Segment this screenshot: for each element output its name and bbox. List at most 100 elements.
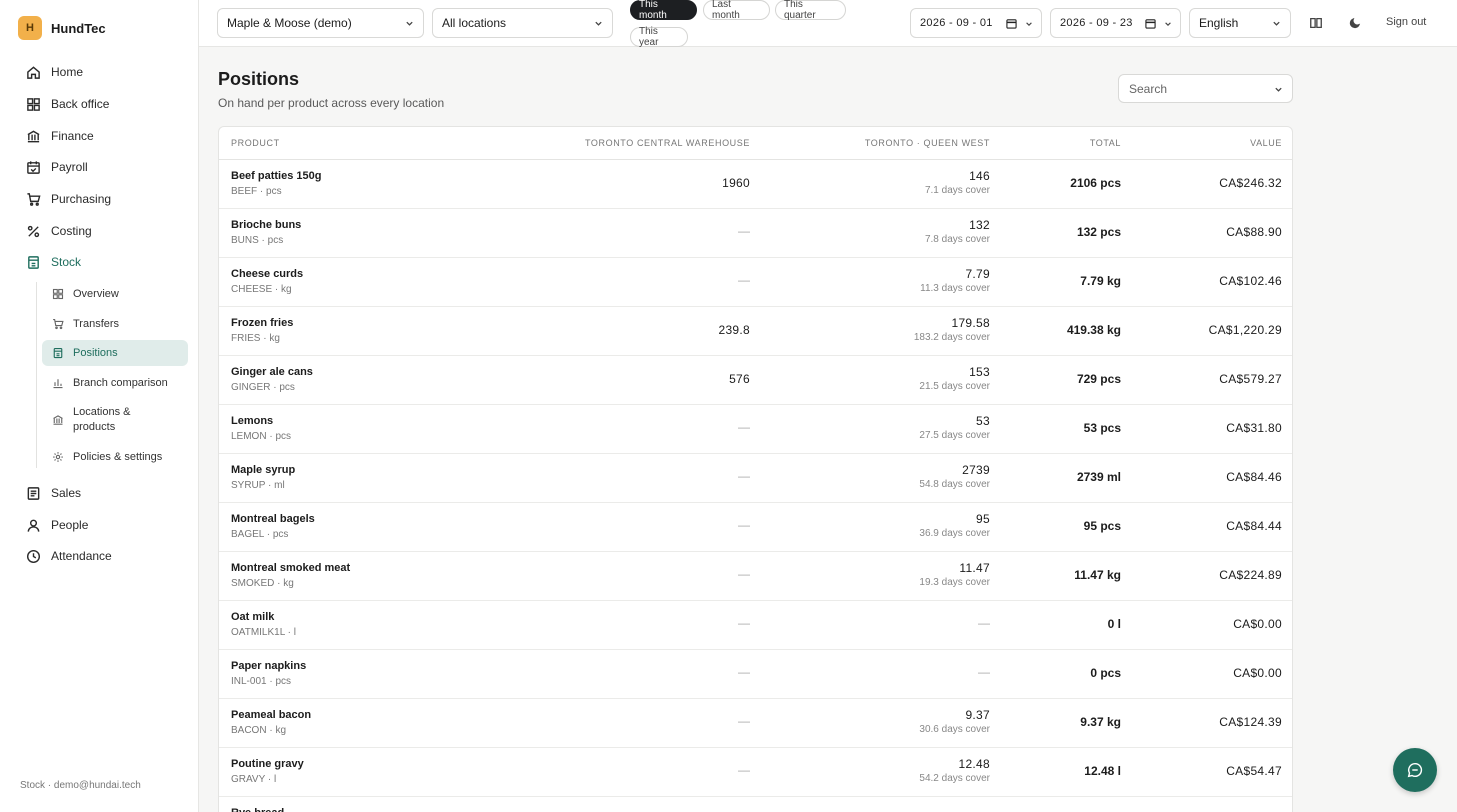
sidebar-item-label: Locations & products — [73, 406, 131, 433]
sidebar-item-label: Overview — [73, 288, 119, 300]
warehouse-qty: 576 — [729, 372, 750, 386]
table-row[interactable]: Peameal bacon BACON · kg — 9.37 30.6 days co… — [219, 699, 1292, 748]
nav-item-label: Back office — [51, 97, 110, 111]
total-cell: 11.47 kg — [1074, 568, 1121, 582]
column-header-queen-west[interactable]: Toronto · Queen West — [865, 138, 990, 148]
product-name: Cheese curds — [231, 268, 304, 280]
sidebar-item-positions[interactable]: Positions — [42, 340, 188, 366]
table-row[interactable]: Brioche buns BUNS · pcs — 132 7.8 days cover… — [219, 209, 1292, 258]
sidebar-item-branch-comparison[interactable]: Branch comparison — [42, 370, 188, 396]
nav-item-stock[interactable]: Stock — [26, 252, 81, 272]
total-qty: 95 pcs — [1083, 519, 1121, 533]
sidebar-item-transfers[interactable]: Transfers — [42, 311, 188, 337]
table-row[interactable]: Maple syrup SYRUP · ml — 2739 54.8 days cove… — [219, 454, 1292, 503]
nav-item-sales[interactable]: Sales — [26, 483, 81, 503]
sidebar-item-locations-products[interactable]: Locations & products — [42, 400, 188, 440]
table-row[interactable]: Paper napkins INL-001 · pcs — — 0 pcs CA$0.00 — [219, 650, 1292, 699]
sidebar-item-label: Policies & settings — [73, 451, 163, 463]
date-from-input[interactable]: 2026 - 09 - 01 — [910, 8, 1042, 38]
period-this-quarter[interactable]: This quarter — [775, 0, 846, 21]
nav-item-home[interactable]: Home — [26, 62, 83, 82]
product-code: GINGER · pcs — [231, 382, 295, 393]
nav-item-payroll[interactable]: Payroll — [26, 157, 88, 177]
table-row[interactable]: Frozen fries FRIES · kg 239.8 179.58 183.2 d… — [219, 307, 1292, 356]
nav-item-people[interactable]: People — [26, 515, 88, 535]
table-row[interactable]: Poutine gravy GRAVY · l — 12.48 54.2 days co… — [219, 748, 1292, 797]
sidebar-item-overview[interactable]: Overview — [42, 281, 188, 307]
nav-item-back-office[interactable]: Back office — [26, 94, 109, 114]
chat-button[interactable] — [1393, 748, 1437, 792]
product-name: Montreal smoked meat — [231, 562, 351, 574]
product-code: INL-001 · pcs — [231, 676, 292, 687]
queen-west-qty: 146 — [969, 169, 990, 183]
nav-item-purchasing[interactable]: Purchasing — [26, 189, 111, 209]
table-row[interactable]: Lemons LEMON · pcs — 53 27.5 days cover 53 pc… — [219, 405, 1292, 454]
stock-value: CA$224.89 — [1219, 568, 1282, 582]
product-code: LEMON · pcs — [231, 431, 292, 442]
stock-value: CA$84.44 — [1226, 519, 1282, 533]
nav-item-costing[interactable]: Costing — [26, 221, 92, 241]
company-select[interactable]: Maple & Moose (demo) — [217, 8, 424, 38]
product-code: GRAVY · l — [231, 774, 277, 785]
table-row[interactable]: Oat milk OATMILK1L · l — — 0 l CA$0.00 — [219, 601, 1292, 650]
queen-west-cell: 9.37 30.6 days cover — [919, 708, 990, 735]
warehouse-cell: 576 — [729, 372, 750, 386]
warehouse-cell: — — [738, 763, 750, 777]
table-row[interactable]: Cheese curds CHEESE · kg — 7.79 11.3 days co… — [219, 258, 1292, 307]
search-input[interactable]: Search — [1118, 74, 1293, 103]
nav-item-finance[interactable]: Finance — [26, 126, 94, 146]
product-code: SMOKED · kg — [231, 578, 294, 589]
product-name: Rye bread — [231, 807, 284, 812]
docs-button[interactable] — [1306, 13, 1326, 33]
table-row[interactable]: Rye bread14.4 — [219, 797, 1292, 812]
warehouse-qty: — — [738, 567, 750, 581]
total-qty: 0 pcs — [1090, 666, 1121, 680]
sidebar-item-policies-settings[interactable]: Policies & settings — [42, 444, 188, 470]
table-row[interactable]: Ginger ale cans GINGER · pcs 576 153 21.5 da… — [219, 356, 1292, 405]
value-cell: CA$84.44 — [1226, 519, 1282, 533]
value-cell: CA$579.27 — [1219, 372, 1282, 386]
chat-icon — [1407, 762, 1423, 778]
nav-item-label: Sales — [51, 486, 82, 500]
stock-value: CA$124.39 — [1219, 715, 1282, 729]
column-header-warehouse[interactable]: Toronto Central Warehouse — [585, 138, 750, 148]
language-select[interactable]: English — [1189, 8, 1291, 38]
warehouse-cell: — — [738, 518, 750, 532]
search-placeholder: Search — [1129, 81, 1168, 96]
table-row[interactable]: Montreal bagels BAGEL · pcs — 95 36.9 days c… — [219, 503, 1292, 552]
stock-value: CA$102.46 — [1219, 274, 1282, 288]
page-title: Positions — [218, 69, 300, 89]
theme-toggle[interactable] — [1345, 13, 1365, 33]
value-cell: CA$0.00 — [1233, 666, 1282, 680]
nav-item-attendance[interactable]: Attendance — [26, 546, 112, 566]
product-name: Poutine gravy — [231, 758, 304, 770]
percent-icon — [27, 225, 40, 237]
stock-value: CA$0.00 — [1233, 617, 1282, 631]
date-to-input[interactable]: 2026 - 09 - 23 — [1050, 8, 1181, 38]
brand[interactable]: H HundTec — [18, 16, 106, 40]
sidebar-item-label: Branch comparison — [73, 377, 168, 389]
nav-item-label: Payroll — [51, 160, 88, 174]
warehouse-cell: — — [738, 224, 750, 238]
table-row[interactable]: Montreal smoked meat SMOKED · kg — 11.47 19.… — [219, 552, 1292, 601]
queen-west-cell: 179.58 183.2 days cover — [914, 316, 990, 343]
total-cell: 2106 pcs — [1070, 176, 1121, 190]
total-cell: 53 pcs — [1084, 421, 1121, 435]
column-header-total[interactable]: Total — [1090, 138, 1121, 148]
table-row[interactable]: Beef patties 150g BEEF · pcs 1960 146 7.1 da… — [219, 160, 1292, 209]
location-select[interactable]: All locations — [432, 8, 613, 38]
column-header-product[interactable]: Product — [231, 138, 280, 148]
sign-out-button[interactable]: Sign out — [1386, 16, 1426, 28]
period-last-month[interactable]: Last month — [703, 0, 770, 21]
total-cell: 12.48 l — [1084, 764, 1121, 778]
product-name: Brioche buns — [231, 219, 302, 231]
queen-west-cell: 12.48 54.2 days cover — [919, 757, 990, 784]
period-this-year[interactable]: This year — [630, 26, 688, 48]
total-cell: 419.38 kg — [1067, 323, 1121, 337]
days-cover: 27.5 days cover — [919, 430, 990, 441]
days-cover: 21.5 days cover — [919, 381, 990, 392]
total-cell: 729 pcs — [1077, 372, 1121, 386]
period-this-month[interactable]: This month — [630, 0, 697, 21]
warehouse-qty: 1960 — [722, 176, 750, 190]
column-header-value[interactable]: Value — [1250, 138, 1282, 148]
